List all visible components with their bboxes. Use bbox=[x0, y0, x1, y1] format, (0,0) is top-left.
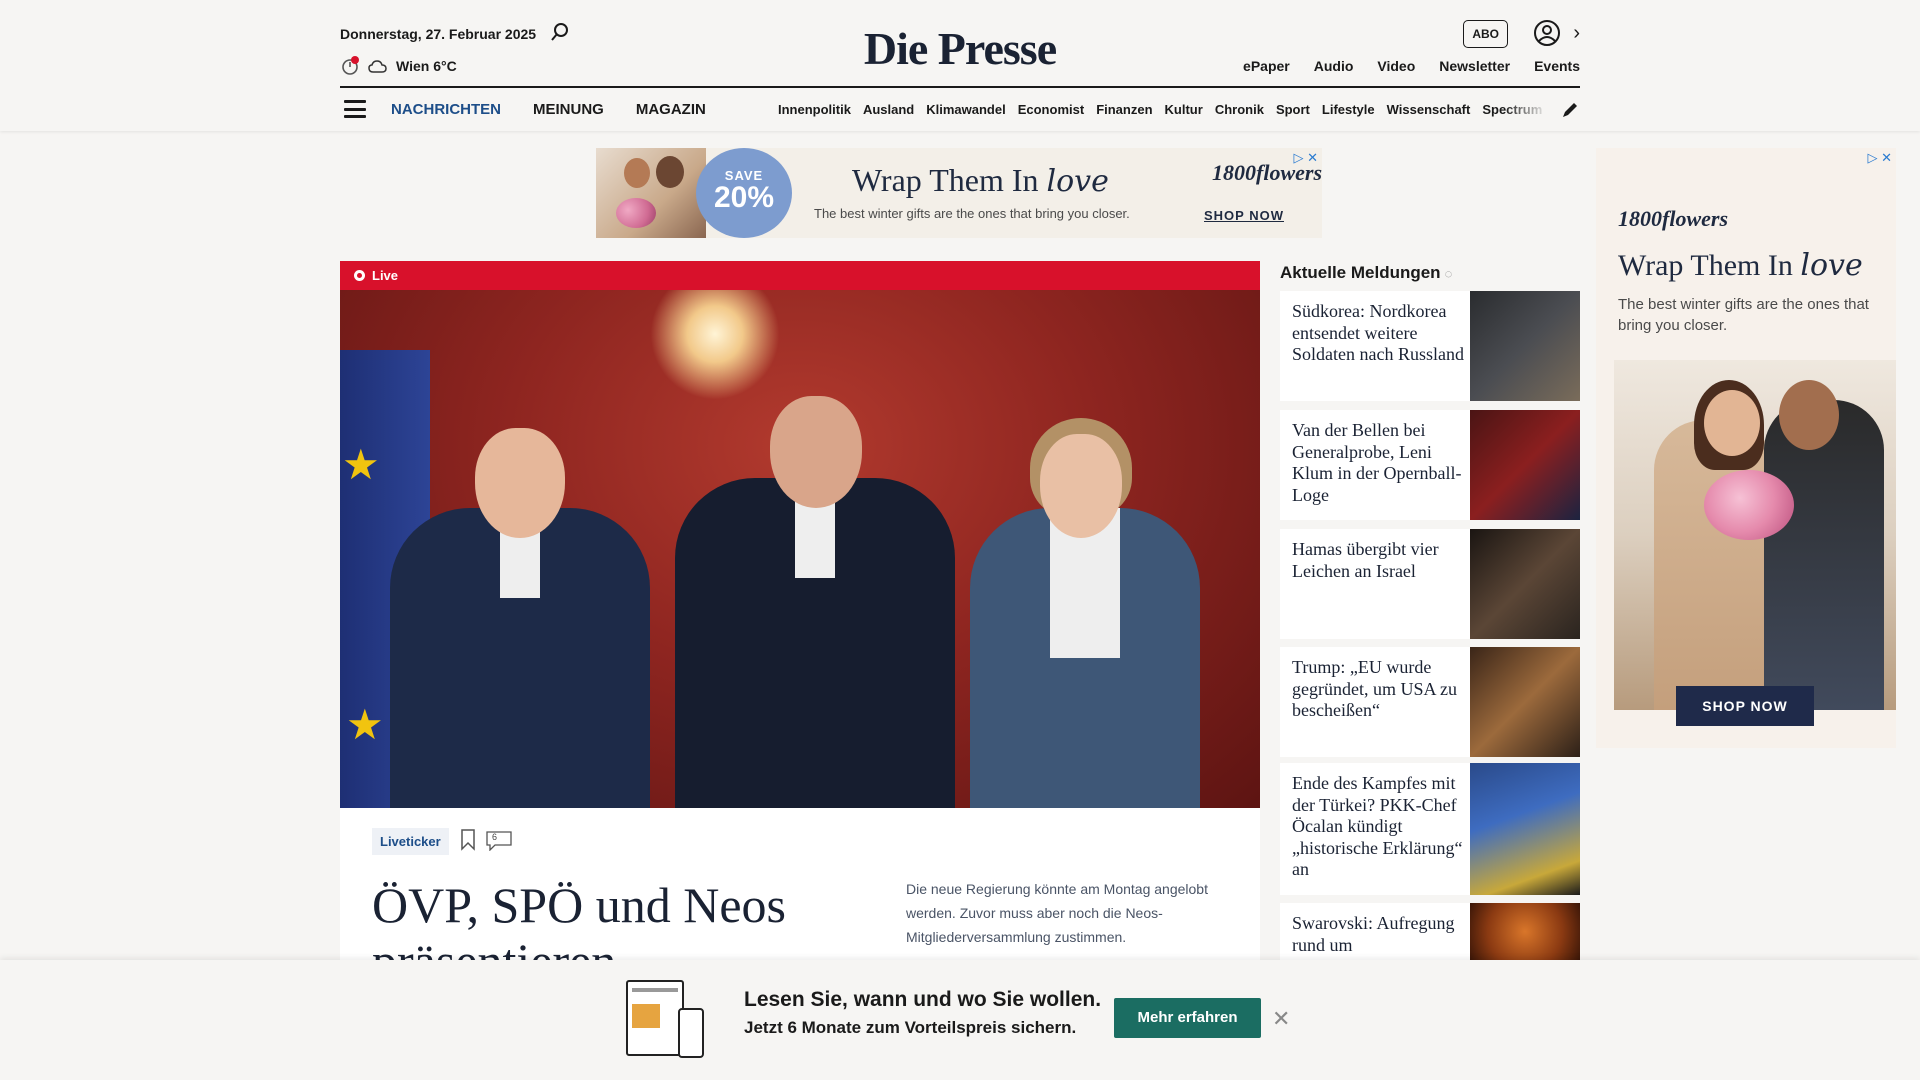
news-thumbnail bbox=[1470, 903, 1580, 960]
ad-headline-text: Wrap Them In bbox=[1618, 249, 1793, 282]
ad-choices-close-icon[interactable]: ▷ ✕ bbox=[1293, 150, 1318, 166]
ad-script-word: love bbox=[1046, 164, 1109, 199]
hero-article[interactable]: Live ★ ★ Liveticker 6 ÖVP, SPÖ und Neos … bbox=[340, 261, 1260, 961]
liveticker-tag[interactable]: Liveticker bbox=[372, 828, 449, 855]
save-badge: SAVE 20% bbox=[696, 148, 792, 238]
ad-brand-logo: 1800flowers bbox=[1618, 206, 1728, 231]
subnav-item[interactable]: Wissenschaft bbox=[1387, 102, 1471, 117]
subnav-item[interactable]: Economist bbox=[1018, 102, 1084, 117]
promo-subline: Jetzt 6 Monate zum Vorteilspreis sichern… bbox=[744, 1018, 1077, 1037]
mainnav-nachrichten[interactable]: NACHRICHTEN bbox=[391, 101, 501, 118]
news-thumbnail bbox=[1470, 410, 1580, 520]
header-divider bbox=[340, 86, 1580, 88]
close-icon[interactable]: ✕ bbox=[1272, 1006, 1290, 1032]
person-center bbox=[675, 290, 955, 808]
ad-shop-now-link[interactable]: SHOP NOW bbox=[1204, 208, 1284, 223]
subnav-item[interactable]: Finanzen bbox=[1096, 102, 1152, 117]
news-item-text: Hamas übergibt vier Leichen an Israel bbox=[1292, 539, 1439, 581]
user-account-icon[interactable] bbox=[1532, 18, 1562, 48]
sidebar-ad[interactable]: ▷ ✕ 1800flowers Wrap Them In love The be… bbox=[1596, 148, 1896, 748]
subnav-item[interactable]: Klimawandel bbox=[926, 102, 1005, 117]
news-thumbnail bbox=[1470, 763, 1580, 895]
hamburger-menu-icon[interactable] bbox=[344, 100, 366, 118]
ad-shop-now-button[interactable]: SHOP NOW bbox=[1676, 686, 1814, 726]
subnav-item[interactable]: Chronik bbox=[1215, 102, 1264, 117]
hero-image[interactable]: ★ ★ bbox=[340, 290, 1260, 808]
news-item-text: Ende des Kampfes mit der Türkei? PKK-Che… bbox=[1292, 773, 1463, 879]
topnav-newsletter[interactable]: Newsletter bbox=[1439, 58, 1510, 74]
subnav-fade bbox=[1504, 98, 1548, 122]
banner-ad[interactable]: SAVE 20% Wrap Them In love The best wint… bbox=[596, 148, 1322, 238]
news-item-text: Südkorea: Nordkorea entsendet weitere So… bbox=[1292, 301, 1464, 364]
refresh-icon: ◌ bbox=[1444, 266, 1453, 281]
subnav-item[interactable]: Sport bbox=[1276, 102, 1310, 117]
topnav-audio[interactable]: Audio bbox=[1314, 58, 1354, 74]
site-header: Donnerstag, 27. Februar 2025 Wien 6°C Di… bbox=[0, 0, 1920, 131]
subnav-item[interactable]: Innenpolitik bbox=[778, 102, 851, 117]
ad-choices-close-icon[interactable]: ▷ ✕ bbox=[1867, 150, 1892, 166]
tablet-icon bbox=[626, 980, 684, 1056]
flag-star-icon: ★ bbox=[342, 441, 380, 488]
topnav-epaper[interactable]: ePaper bbox=[1243, 58, 1290, 74]
ad-couple-photo bbox=[596, 148, 706, 238]
save-value: 20% bbox=[713, 181, 775, 214]
bookmark-icon[interactable] bbox=[460, 829, 476, 851]
mainnav-meinung[interactable]: MEINUNG bbox=[533, 101, 604, 118]
section-navigation: Innenpolitik Ausland Klimawandel Economi… bbox=[778, 102, 1548, 117]
news-thumbnail bbox=[1470, 291, 1580, 401]
hero-headline[interactable]: ÖVP, SPÖ und Neos präsentieren bbox=[372, 877, 872, 961]
news-item[interactable]: Hamas übergibt vier Leichen an Israel bbox=[1280, 529, 1580, 639]
news-item[interactable]: Van der Bellen bei Generalprobe, Leni Kl… bbox=[1280, 410, 1580, 520]
promo-headline: Lesen Sie, wann und wo Sie wollen. bbox=[744, 988, 1102, 1011]
mainnav-magazin[interactable]: MAGAZIN bbox=[636, 101, 706, 118]
comment-icon[interactable] bbox=[486, 831, 512, 851]
ad-headline-text: Wrap Them In bbox=[852, 162, 1039, 198]
topnav-events[interactable]: Events bbox=[1534, 58, 1580, 74]
phone-icon bbox=[678, 1008, 704, 1058]
news-item-text: Trump: „EU wurde gegründet, um USA zu be… bbox=[1292, 657, 1457, 720]
latest-news-title: Aktuelle Meldungen ◌ bbox=[1280, 263, 1452, 283]
news-thumbnail bbox=[1470, 529, 1580, 639]
subscription-promo-bar: Lesen Sie, wann und wo Sie wollen. Jetzt… bbox=[0, 960, 1920, 1080]
top-navigation: ePaper Audio Video Newsletter Events bbox=[1243, 58, 1580, 74]
subnav-item[interactable]: Lifestyle bbox=[1322, 102, 1375, 117]
chevron-right-icon[interactable]: › bbox=[1573, 22, 1580, 45]
live-dot-icon bbox=[354, 270, 365, 281]
hero-teaser: Die neue Regierung könnte am Montag ange… bbox=[906, 881, 1208, 945]
news-item[interactable]: Ende des Kampfes mit der Türkei? PKK-Che… bbox=[1280, 763, 1580, 895]
main-navigation: NACHRICHTEN MEINUNG MAGAZIN bbox=[391, 101, 706, 118]
ad-headline: Wrap Them In love bbox=[1618, 248, 1863, 283]
topnav-video[interactable]: Video bbox=[1377, 58, 1415, 74]
subnav-item[interactable]: Ausland bbox=[863, 102, 914, 117]
news-thumbnail bbox=[1470, 647, 1580, 757]
person-left bbox=[390, 290, 650, 808]
news-item-text: Swarovski: Aufregung rund um bbox=[1292, 913, 1455, 955]
live-bar: Live bbox=[340, 261, 1260, 290]
pen-icon[interactable] bbox=[1560, 100, 1580, 120]
subnav-item[interactable]: Kultur bbox=[1165, 102, 1203, 117]
news-item[interactable]: Trump: „EU wurde gegründet, um USA zu be… bbox=[1280, 647, 1580, 757]
ad-headline: Wrap Them In love bbox=[852, 162, 1109, 199]
live-label: Live bbox=[372, 268, 399, 283]
person-right bbox=[970, 290, 1200, 808]
ad-subtext: The best winter gifts are the ones that … bbox=[814, 206, 1130, 221]
mehr-erfahren-button[interactable]: Mehr erfahren bbox=[1114, 998, 1261, 1038]
abo-button[interactable]: ABO bbox=[1463, 20, 1508, 48]
header-inner: Donnerstag, 27. Februar 2025 Wien 6°C Di… bbox=[340, 0, 1580, 131]
comment-count: 6 bbox=[492, 832, 498, 842]
ad-subtext: The best winter gifts are the ones that … bbox=[1618, 296, 1869, 334]
news-item[interactable]: Südkorea: Nordkorea entsendet weitere So… bbox=[1280, 291, 1580, 401]
flag-star-icon: ★ bbox=[346, 701, 384, 748]
news-item[interactable]: Swarovski: Aufregung rund um bbox=[1280, 903, 1580, 960]
ad-couple-photo bbox=[1614, 360, 1896, 710]
ad-script-word: love bbox=[1800, 248, 1863, 283]
latest-news-title-text: Aktuelle Meldungen bbox=[1280, 263, 1441, 282]
news-item-text: Van der Bellen bei Generalprobe, Leni Kl… bbox=[1292, 420, 1462, 505]
